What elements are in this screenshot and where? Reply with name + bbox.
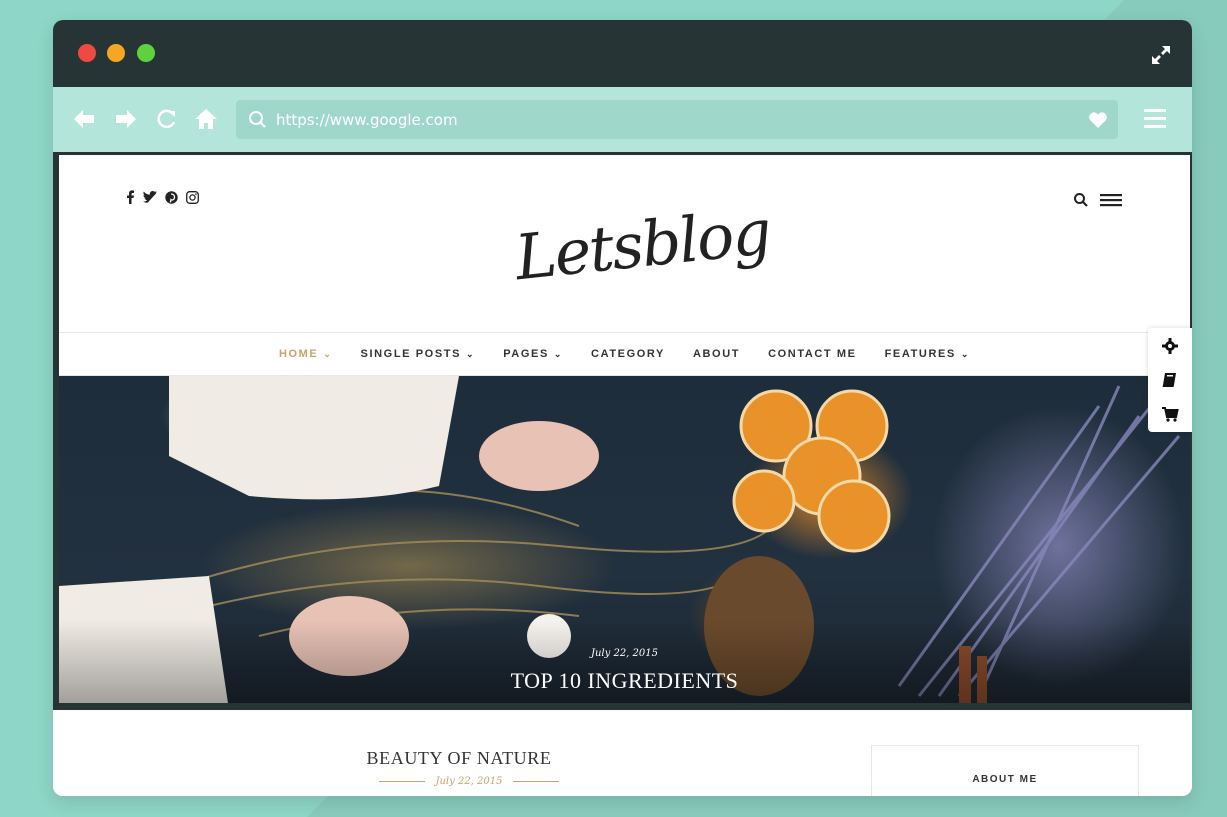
nav-label: ABOUT [692, 348, 741, 360]
nav-label: CONTACT ME [768, 348, 857, 360]
gear-icon[interactable] [1161, 337, 1179, 355]
browser-toolbar: https://www.google.com [53, 87, 1192, 152]
nav-item-category[interactable]: CATEGORY [591, 348, 665, 360]
post-meta: July 22, 2015 [379, 774, 559, 788]
social-links [125, 190, 199, 204]
facebook-icon[interactable] [125, 190, 135, 204]
frame-border [53, 703, 1192, 710]
nav-item-pages[interactable]: PAGES ⌄ [503, 348, 563, 360]
nav-item-about[interactable]: ABOUT [693, 348, 740, 360]
nav-label: FEATURES [884, 348, 956, 360]
divider [512, 780, 559, 782]
forward-arrow-icon[interactable] [113, 106, 139, 132]
address-bar[interactable]: https://www.google.com [236, 100, 1118, 139]
about-me-widget: ABOUT ME [871, 745, 1139, 796]
menu-icon[interactable] [1099, 192, 1123, 208]
chevron-down-icon: ⌄ [323, 348, 333, 359]
twitter-icon[interactable] [143, 191, 157, 203]
nav-item-single-posts[interactable]: SINGLE POSTS ⌄ [361, 348, 476, 360]
close-window-button[interactable] [78, 44, 96, 62]
hero-date: July 22, 2015 [590, 648, 658, 659]
book-icon[interactable] [1161, 371, 1179, 389]
back-arrow-icon[interactable] [71, 106, 97, 132]
heart-icon[interactable] [1088, 111, 1108, 129]
nav-label: PAGES [503, 348, 549, 360]
post-date: July 22, 2015 [435, 775, 503, 787]
site-logo[interactable]: Letsblog [512, 192, 773, 312]
hero-title[interactable]: TOP 10 INGREDIENTS [59, 668, 1190, 694]
nav-label: HOME [278, 348, 319, 360]
search-icon [249, 111, 266, 128]
nav-item-features[interactable]: FEATURES ⌄ [885, 348, 970, 360]
url-text: https://www.google.com [276, 111, 458, 129]
chevron-down-icon: ⌄ [553, 348, 564, 359]
hero-image[interactable]: July 22, 2015 TOP 10 INGREDIENTS [59, 376, 1190, 710]
shopping-cart-icon[interactable] [1161, 405, 1179, 423]
nav-label: CATEGORY [591, 348, 665, 360]
fullscreen-icon[interactable] [1148, 42, 1174, 68]
web-page: Letsblog HOME ⌄ SINGLE POSTS ⌄ PAGES ⌄ C… [53, 152, 1192, 796]
maximize-window-button[interactable] [137, 44, 155, 62]
nav-item-contact-me[interactable]: CONTACT ME [768, 348, 857, 360]
main-navigation: HOME ⌄ SINGLE POSTS ⌄ PAGES ⌄ CATEGORY A… [59, 332, 1190, 376]
nav-label: SINGLE POSTS [360, 348, 462, 360]
search-icon[interactable] [1073, 192, 1089, 208]
floating-toolbar [1148, 328, 1192, 432]
reload-icon[interactable] [153, 106, 179, 132]
nav-item-home[interactable]: HOME ⌄ [279, 348, 333, 360]
frame-border [53, 152, 1192, 155]
divider [379, 780, 426, 782]
post-title[interactable]: BEAUTY OF NATURE [359, 748, 559, 769]
browser-window: https://www.google.com Letsblog HOME ⌄ S… [53, 20, 1192, 796]
hamburger-menu-icon[interactable] [1143, 105, 1167, 131]
logo-text: Letsblog [511, 195, 774, 295]
instagram-icon[interactable] [186, 190, 199, 204]
widget-title: ABOUT ME [972, 774, 1038, 785]
chevron-down-icon: ⌄ [960, 348, 971, 359]
pinterest-icon[interactable] [165, 190, 178, 204]
title-bar [53, 20, 1192, 87]
hero-overlay [59, 620, 1190, 710]
minimize-window-button[interactable] [107, 44, 125, 62]
chevron-down-icon: ⌄ [466, 348, 476, 359]
home-icon[interactable] [193, 106, 219, 132]
